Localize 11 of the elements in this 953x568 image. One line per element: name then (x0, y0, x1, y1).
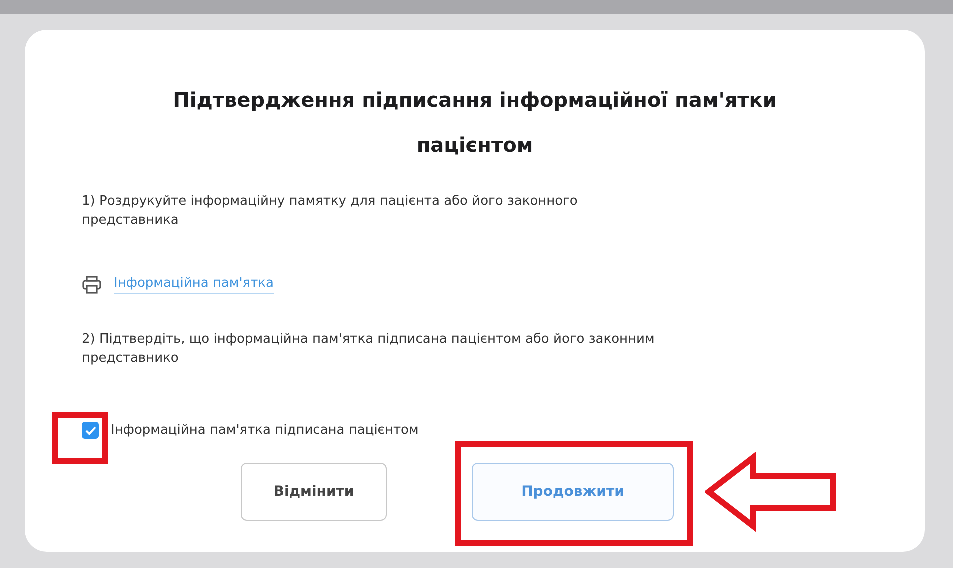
instruction-text: 1) Роздрукуйте інформаційну памятку для пацієнта або його законного представника (82, 193, 579, 230)
checkbox[interactable] (82, 422, 99, 439)
checkbox-label: Інформаційна пам'ятка підписана пацієнтом (111, 423, 419, 438)
highlight-frame (52, 412, 108, 464)
dialog-title: Підтвердження підписання інформаційної пам'ятки пацієнтом (172, 87, 778, 159)
instruction-text: 2) Підтвердіть, що інформаційна пам'ятка підписана пацієнтом або його законним представнико (82, 331, 656, 368)
continue-button[interactable]: Продовжити (472, 463, 674, 521)
memo-link[interactable]: Інформаційна пам'ятка (114, 275, 274, 294)
printer-icon (82, 276, 102, 294)
checkmark-icon (84, 426, 96, 436)
cancel-button[interactable]: Відмінити (241, 463, 387, 521)
